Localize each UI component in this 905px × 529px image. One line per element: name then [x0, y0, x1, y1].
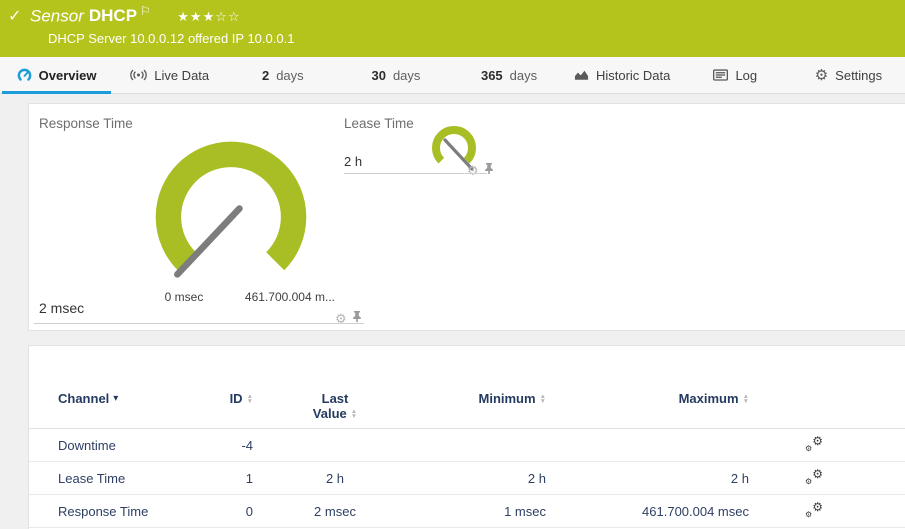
tab-label: days — [392, 67, 421, 83]
response-time-gauge — [151, 137, 311, 302]
status-check-icon: ✓ — [8, 8, 22, 25]
gauge-max-label: 461.700.004 m... — [244, 290, 335, 304]
channel-maximum: 2 h — [730, 470, 749, 486]
sensor-status-message: DHCP Server 10.0.0.12 offered IP 10.0.0.… — [48, 31, 295, 46]
tab-label: Settings — [835, 67, 883, 83]
column-label: Minimum — [478, 391, 536, 406]
channel-name-link[interactable]: Downtime — [29, 438, 225, 453]
stars-filled[interactable]: ★★★ — [177, 9, 215, 24]
tab-overview[interactable]: Overview — [0, 57, 113, 94]
column-header-last-value[interactable]: Last Value ▲ ▼ — [253, 391, 417, 421]
sensor-tab-bar: Overview Live Data 2 days 30 days 365 da… — [0, 57, 905, 94]
lease-time-gauge-title: Lease Time — [344, 116, 414, 131]
column-label: ID — [229, 391, 243, 406]
sensor-name: DHCP — [88, 6, 138, 26]
stars-empty[interactable]: ☆☆ — [215, 9, 240, 24]
channel-name-link[interactable]: Lease Time — [29, 471, 225, 486]
tab-log[interactable]: Log — [679, 57, 792, 93]
column-header-channel[interactable]: Channel ▾ — [29, 391, 225, 406]
channel-last-value: 2 h — [325, 470, 345, 486]
channel-id: 0 — [245, 503, 253, 519]
channel-table-header: Channel ▾ ID ▲ ▼ Last Value ▲ ▼ Minimum ▲ ▼… — [29, 384, 905, 429]
tab-label: days — [276, 67, 304, 83]
channel-table-body: Downtime -4 ⚙ ⚙ Lease Time 1 2 h 2 h 2 h — [29, 429, 905, 528]
response-time-gauge-title: Response Time — [39, 116, 133, 131]
channel-id: 1 — [245, 470, 253, 486]
gauge-icon — [17, 68, 32, 83]
channel-settings-gears-icon[interactable]: ⚙ ⚙ — [805, 500, 823, 519]
tab-number: 365 — [480, 67, 503, 83]
column-header-minimum[interactable]: Minimum ▲ ▼ — [417, 391, 547, 406]
tab-live-data[interactable]: Live Data — [113, 57, 226, 93]
channel-minimum: 2 h — [527, 470, 546, 486]
tab-number: 30 — [371, 67, 386, 83]
sort-arrows-icon[interactable]: ▲ ▼ — [351, 408, 357, 420]
column-label: Maximum — [678, 391, 739, 406]
channel-settings-gears-icon[interactable]: ⚙ ⚙ — [805, 434, 823, 453]
priority-stars[interactable]: ★★★☆☆ — [177, 9, 240, 24]
sort-caret-icon[interactable]: ▾ — [113, 393, 118, 404]
gauge-block-divider — [344, 173, 487, 174]
gauges-panel: Response Time 0 msec 461.700.004 m... 2 … — [28, 103, 905, 331]
gauge-pin-icon[interactable] — [484, 161, 494, 179]
column-label: Last — [321, 391, 349, 406]
gauge-settings-gear-icon[interactable]: ⚙ — [467, 164, 479, 177]
column-label: Channel — [58, 391, 110, 406]
column-header-id[interactable]: ID ▲ ▼ — [225, 391, 253, 406]
gauge-pin-icon[interactable] — [352, 309, 362, 327]
tab-label: Live Data — [154, 67, 210, 83]
sort-arrows-icon[interactable]: ▲ ▼ — [743, 393, 749, 405]
tab-2-days[interactable]: 2 days — [226, 57, 339, 93]
table-row-downtime: Downtime -4 ⚙ ⚙ — [29, 429, 905, 462]
sensor-type-label: Sensor — [30, 6, 84, 26]
response-time-current-value: 2 msec — [39, 300, 85, 316]
column-label: Value — [312, 406, 347, 421]
channel-settings-gears-icon[interactable]: ⚙ ⚙ — [805, 467, 823, 486]
prtg-sensor-page: ✓ Sensor DHCP ⚐ ★★★☆☆ DHCP Server 10.0.0.1… — [0, 0, 905, 529]
tab-365-days[interactable]: 365 days — [453, 57, 566, 93]
lease-time-current-value: 2 h — [344, 154, 363, 169]
table-row-lease-time: Lease Time 1 2 h 2 h 2 h ⚙ ⚙ — [29, 462, 905, 495]
channel-maximum: 461.700.004 msec — [642, 503, 749, 519]
tab-historic-data[interactable]: Historic Data — [566, 57, 679, 93]
table-row-response-time: Response Time 0 2 msec 1 msec 461.700.00… — [29, 495, 905, 528]
tab-label: Log — [735, 67, 758, 83]
channels-panel: Channel ▾ ID ▲ ▼ Last Value ▲ ▼ Minimum ▲ ▼… — [28, 345, 905, 529]
historic-chart-icon — [574, 69, 589, 81]
tab-30-days[interactable]: 30 days — [339, 57, 452, 93]
channel-name-link[interactable]: Response Time — [29, 504, 225, 519]
tab-settings[interactable]: ⚙ Settings — [792, 57, 905, 93]
tab-label: days — [509, 67, 538, 83]
tab-label: Overview — [38, 67, 97, 83]
gauge-block-divider — [34, 323, 364, 324]
channel-minimum: 1 msec — [504, 503, 546, 519]
flag-icon[interactable]: ⚐ — [140, 4, 151, 18]
log-icon — [713, 69, 729, 81]
tab-label: Historic Data — [595, 67, 671, 83]
tab-number: 2 — [261, 67, 270, 83]
sensor-header: ✓ Sensor DHCP ⚐ ★★★☆☆ DHCP Server 10.0.0.1… — [0, 0, 905, 57]
channel-id: -4 — [241, 437, 253, 453]
column-header-maximum[interactable]: Maximum ▲ ▼ — [546, 391, 749, 406]
live-data-icon — [130, 69, 148, 81]
channel-last-value: 2 msec — [314, 503, 356, 519]
gear-icon: ⚙ — [814, 66, 829, 84]
